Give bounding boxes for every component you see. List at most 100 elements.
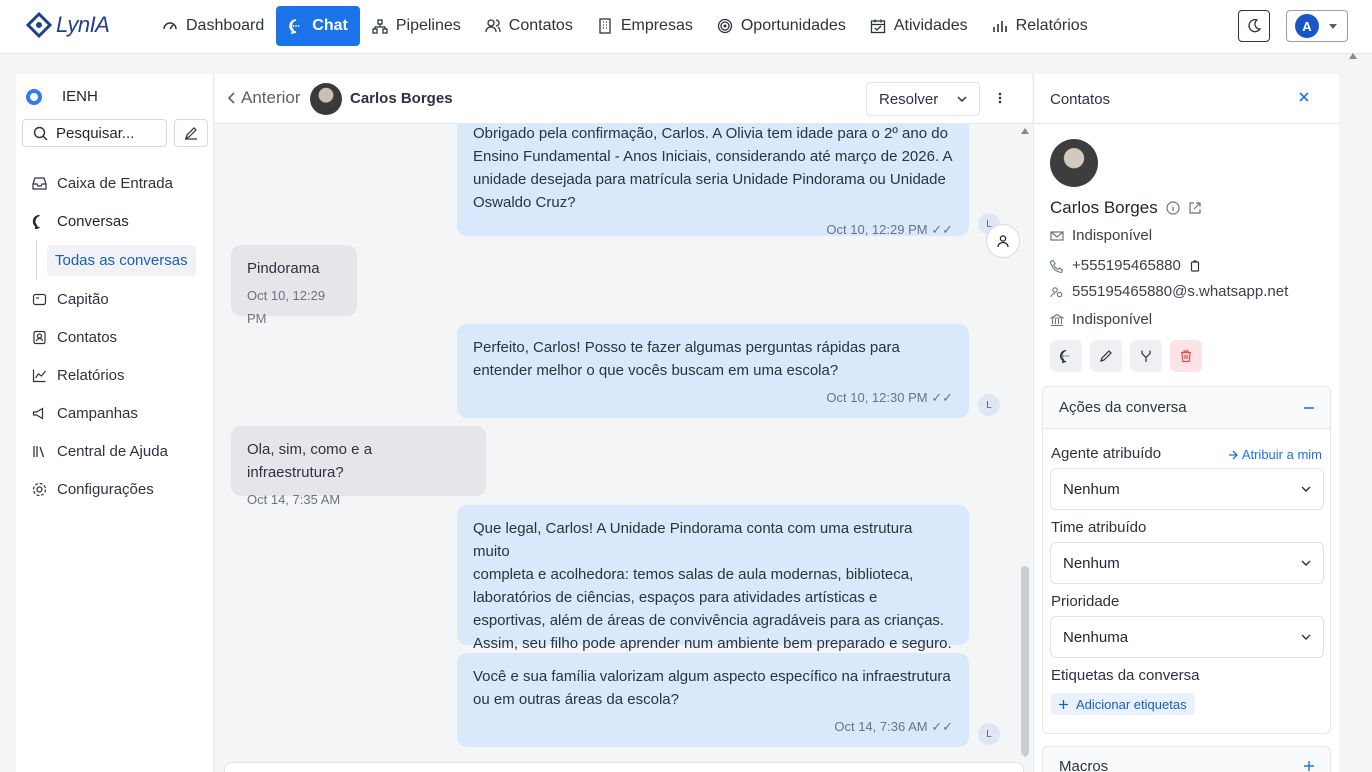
contact-card-icon: [33, 330, 46, 344]
dashboard-icon: [163, 22, 177, 30]
sidebar-item-todas-as-conversas[interactable]: Todas as conversas: [36, 240, 214, 280]
user-menu-button[interactable]: A: [1286, 10, 1348, 42]
message-composer[interactable]: [224, 762, 1024, 772]
team-label: Time atribuído: [1051, 519, 1147, 536]
bank-icon: [1050, 313, 1064, 326]
sidebar-item-capitao[interactable]: Capitão: [16, 280, 214, 318]
compose-button[interactable]: [174, 119, 208, 147]
theme-toggle-button[interactable]: [1238, 10, 1270, 42]
contact-name-row: Carlos Borges: [1050, 198, 1202, 218]
conversation-search[interactable]: Pesquisar...: [22, 119, 167, 147]
contact-company: Indisponível: [1072, 311, 1153, 328]
bar-chart-icon: [992, 21, 1007, 32]
macros-section-header[interactable]: Macros: [1042, 746, 1331, 772]
sidebar-item-campanhas[interactable]: Campanhas: [16, 394, 214, 432]
sidebar-item-configuracoes[interactable]: Configurações: [16, 470, 214, 508]
building-icon: [599, 18, 611, 34]
contact-avatar[interactable]: [310, 83, 342, 115]
nav-empresas[interactable]: Empresas: [585, 6, 705, 46]
assign-to-me-link[interactable]: Atribuir a mim: [1228, 447, 1322, 462]
org-selector[interactable]: IENH: [26, 88, 98, 105]
contact-details-toggle[interactable]: [986, 224, 1020, 258]
priority-select[interactable]: Nenhuma: [1050, 616, 1324, 658]
message-icon: [1060, 349, 1069, 363]
copy-icon[interactable]: [1189, 259, 1201, 272]
sidebar-item-central-de-ajuda[interactable]: Central de Ajuda: [16, 432, 214, 470]
message-line: Você e sua família valorizam algum aspec…: [473, 668, 951, 685]
panel-scroll-up-arrow-icon[interactable]: [1348, 52, 1358, 60]
line-chart-icon: [32, 369, 46, 382]
external-link-icon[interactable]: [1188, 201, 1202, 215]
add-tags-button[interactable]: Adicionar etiquetas: [1051, 693, 1195, 715]
message-line: Ensino Fundamental - Anos Iniciais, cons…: [473, 148, 953, 165]
tags-label: Etiquetas da conversa: [1051, 667, 1200, 684]
nav-chat[interactable]: Chat: [276, 6, 360, 46]
resolve-button[interactable]: Resolver: [866, 82, 980, 116]
agent-badge: L: [978, 723, 1000, 745]
chat-icon: [289, 19, 300, 34]
close-icon[interactable]: [1298, 91, 1310, 103]
library-icon: [33, 445, 45, 457]
settings-icon: [32, 482, 47, 496]
caret-down-icon: [1329, 23, 1337, 29]
pipelines-icon: [372, 19, 388, 34]
agent-value: Nenhum: [1063, 480, 1120, 498]
double-check-icon: ✓✓: [931, 222, 953, 237]
chat-header: Anterior Carlos Borges Resolver: [215, 74, 1032, 124]
nav-oportunidades[interactable]: Oportunidades: [705, 6, 858, 46]
person-icon: [997, 235, 1009, 248]
delete-contact-button[interactable]: [1170, 340, 1202, 372]
more-options-button[interactable]: [998, 90, 1002, 106]
message-line: Oswaldo Cruz?: [473, 194, 576, 211]
app-logo[interactable]: LynIA: [26, 12, 110, 38]
nav-atividades[interactable]: Atividades: [858, 6, 980, 46]
contact-phone-row: +555195465880: [1050, 257, 1201, 274]
message-list[interactable]: Obrigado pela confirmação, Carlos. A Oli…: [215, 124, 1032, 772]
contact-name[interactable]: Carlos Borges: [350, 90, 453, 107]
megaphone-icon: [32, 406, 44, 420]
contact-whatsapp: 555195465880@s.whatsapp.net: [1072, 283, 1289, 300]
merge-contact-button[interactable]: [1130, 340, 1162, 372]
contact-photo: [1050, 139, 1098, 187]
edit-contact-button[interactable]: [1090, 340, 1122, 372]
conversation-actions-header[interactable]: Ações da conversa: [1043, 387, 1330, 429]
nav-contatos[interactable]: Contatos: [473, 6, 585, 46]
pencil-icon: [1100, 350, 1112, 362]
sidebar-item-label: Relatórios: [57, 366, 125, 384]
nav-atividades-label: Atividades: [893, 17, 968, 34]
merge-icon: [1141, 350, 1151, 362]
conversation-actions-section: Ações da conversa Agente atribuído Atrib…: [1042, 386, 1331, 734]
user-avatar: A: [1295, 14, 1319, 38]
sidebar-item-relatorios[interactable]: Relatórios: [16, 356, 214, 394]
back-button[interactable]: Anterior: [227, 88, 301, 108]
chevron-left-icon: [227, 92, 235, 104]
nav-pipelines[interactable]: Pipelines: [360, 6, 473, 46]
left-sidebar: IENH Pesquisar... Caixa de Entrada Conve…: [16, 74, 214, 772]
info-icon[interactable]: [1166, 201, 1180, 215]
message-line: esportivas, além de áreas de convivência…: [473, 612, 945, 629]
sidebar-item-label: Conversas: [57, 212, 129, 230]
team-select[interactable]: Nenhum: [1050, 542, 1324, 584]
message-line: completa e acolhedora: temos salas de au…: [473, 566, 914, 583]
contact-phone[interactable]: +555195465880: [1072, 257, 1181, 274]
contacts-icon: [485, 19, 501, 33]
lynia-logo-icon: [26, 12, 52, 38]
chevron-down-icon: [1301, 560, 1311, 566]
sidebar-item-contatos[interactable]: Contatos: [16, 318, 214, 356]
nav-dashboard[interactable]: Dashboard: [150, 6, 276, 46]
contact-email-row: Indisponível: [1050, 227, 1152, 244]
nav-relatorios[interactable]: Relatórios: [980, 6, 1100, 46]
sidebar-item-label: Campanhas: [57, 404, 138, 422]
main-nav: Dashboard Chat Pipelines Contatos Empres…: [150, 6, 1100, 46]
org-name: IENH: [62, 88, 98, 105]
sidebar-item-caixa-de-entrada[interactable]: Caixa de Entrada: [16, 164, 214, 202]
message-line: unidade desejada para matrícula seria Un…: [473, 171, 946, 188]
nav-contatos-label: Contatos: [508, 17, 573, 34]
chat-scrollbar-thumb[interactable]: [1021, 566, 1029, 756]
sidebar-item-label: Contatos: [57, 328, 118, 346]
agent-select[interactable]: Nenhum: [1050, 468, 1324, 510]
new-message-button[interactable]: [1050, 340, 1082, 372]
inbox-icon: [32, 176, 47, 190]
sidebar-item-conversas[interactable]: Conversas: [16, 202, 214, 240]
message-line: Obrigado pela confirmação, Carlos. A Oli…: [473, 125, 948, 142]
